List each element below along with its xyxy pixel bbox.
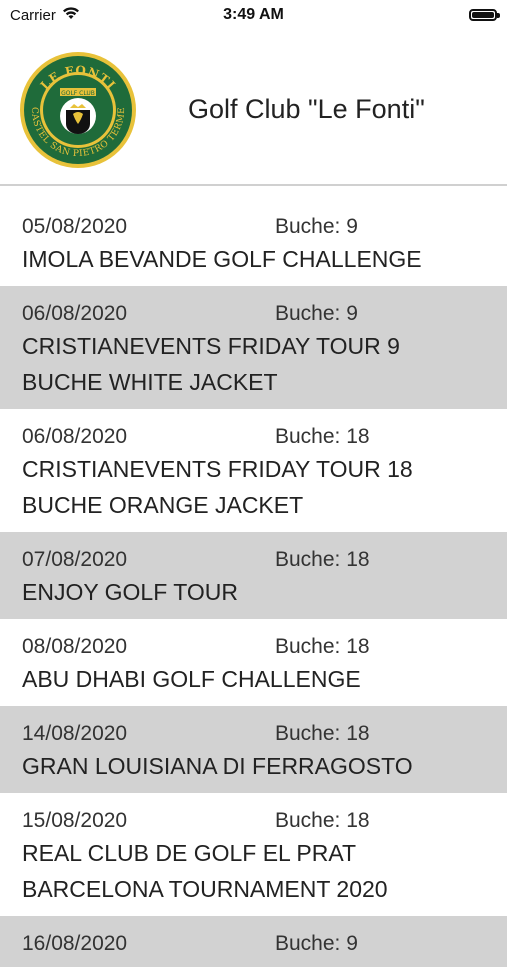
- event-date: 14/08/2020: [22, 722, 128, 745]
- event-title: CRISTIANEVENTS FRIDAY TOUR 9 BUCHE WHITE…: [22, 333, 400, 395]
- event-row[interactable]: 05/08/2020 Buche: 9 IMOLA BEVANDE GOLF CHA…: [0, 199, 507, 286]
- event-title: IMOLA BEVANDE GOLF CHALLENGE: [22, 246, 422, 272]
- event-title: REAL CLUB DE GOLF EL PRAT BARCELONA TOUR…: [22, 840, 388, 902]
- wifi-icon: [62, 6, 80, 24]
- event-row[interactable]: 06/08/2020 Buche: 9 CRISTIANEVENTS FRIDAY …: [0, 286, 507, 409]
- event-date: 07/08/2020: [22, 548, 128, 571]
- status-right: [469, 9, 507, 21]
- event-holes: Buche: 9: [275, 302, 358, 325]
- carrier-label: Carrier: [10, 6, 56, 24]
- event-title: GRAN LOUISIANA DI FERRAGOSTO: [22, 753, 413, 779]
- event-title: CRISTIANEVENTS FRIDAY TOUR 18 BUCHE ORAN…: [22, 456, 413, 518]
- event-title: ABU DHABI GOLF CHALLENGE: [22, 666, 361, 692]
- event-row[interactable]: 15/08/2020 Buche: 18 REAL CLUB DE GOLF EL …: [0, 793, 507, 916]
- event-date: 16/08/2020: [22, 932, 128, 955]
- battery-icon: [469, 9, 500, 21]
- club-logo: LE FONTI CASTEL SAN PIETRO TERME GOLF CL…: [18, 50, 138, 170]
- event-holes: Buche: 18: [275, 635, 370, 658]
- event-meta: 16/08/2020 Buche: 9: [22, 916, 485, 956]
- svg-text:GOLF CLUB: GOLF CLUB: [61, 90, 95, 97]
- event-meta: 07/08/2020 Buche: 18: [22, 532, 485, 572]
- event-holes: Buche: 18: [275, 809, 370, 832]
- event-title: ENJOY GOLF TOUR: [22, 579, 238, 605]
- event-title: [22, 956, 485, 967]
- event-meta: 15/08/2020 Buche: 18: [22, 793, 485, 833]
- event-date: 06/08/2020: [22, 302, 128, 325]
- event-meta: 08/08/2020 Buche: 18: [22, 619, 485, 659]
- event-row[interactable]: 14/08/2020 Buche: 18 GRAN LOUISIANA DI FER…: [0, 706, 507, 793]
- event-meta: 06/08/2020 Buche: 18: [22, 409, 485, 449]
- event-holes: Buche: 18: [275, 548, 370, 571]
- app-header: LE FONTI CASTEL SAN PIETRO TERME GOLF CL…: [0, 30, 507, 186]
- event-row[interactable]: 08/08/2020 Buche: 18 ABU DHABI GOLF CHALLE…: [0, 619, 507, 706]
- event-row[interactable]: 16/08/2020 Buche: 9: [0, 916, 507, 967]
- status-bar: Carrier 3:49 AM: [0, 0, 507, 30]
- event-holes: Buche: 18: [275, 425, 370, 448]
- event-row[interactable]: 06/08/2020 Buche: 18 CRISTIANEVENTS FRIDAY…: [0, 409, 507, 532]
- event-list: 05/08/2020 Buche: 9 IMOLA BEVANDE GOLF CHA…: [0, 199, 507, 967]
- event-date: 06/08/2020: [22, 425, 128, 448]
- event-date: 08/08/2020: [22, 635, 128, 658]
- event-meta: 06/08/2020 Buche: 9: [22, 286, 485, 326]
- event-date: 15/08/2020: [22, 809, 128, 832]
- event-meta: 14/08/2020 Buche: 18: [22, 706, 485, 746]
- page-title: Golf Club "Le Fonti": [188, 94, 425, 124]
- event-holes: Buche: 18: [275, 722, 370, 745]
- event-holes: Buche: 9: [275, 932, 358, 955]
- event-date: 05/08/2020: [22, 215, 128, 238]
- event-meta: 05/08/2020 Buche: 9: [22, 199, 485, 239]
- event-row[interactable]: 07/08/2020 Buche: 18 ENJOY GOLF TOUR: [0, 532, 507, 619]
- event-holes: Buche: 9: [275, 215, 358, 238]
- status-left: Carrier: [0, 6, 80, 24]
